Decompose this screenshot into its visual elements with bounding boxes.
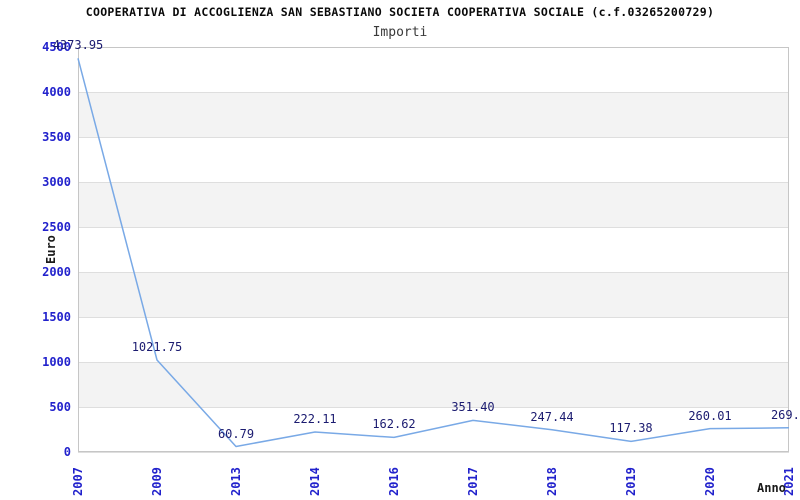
data-point-label: 260.01: [688, 408, 732, 423]
data-point-label: 351.40: [451, 400, 495, 415]
x-tick-label: 2016: [387, 467, 401, 496]
data-point-label: 1021.75: [131, 340, 183, 355]
x-tick-label: 2017: [466, 467, 480, 496]
x-axis-title: Anno: [757, 481, 786, 495]
x-tick-label: 2019: [624, 467, 638, 496]
x-tick-label: 2014: [308, 467, 322, 496]
y-tick-label: 2000: [42, 265, 71, 279]
data-point-label: 222.11: [293, 412, 337, 426]
x-tick-label: 2007: [71, 467, 85, 496]
y-tick-label: 4000: [42, 85, 71, 99]
y-tick-label: 2500: [42, 220, 71, 234]
data-point-label: 247.44: [530, 409, 574, 424]
x-tick-label: 2013: [229, 467, 243, 496]
x-tick-label: 2009: [150, 467, 164, 496]
y-tick-label: 1500: [42, 310, 71, 324]
y-tick-label: 500: [49, 400, 71, 414]
x-tick-label: 2018: [545, 467, 559, 496]
y-tick-label: 3500: [42, 130, 71, 144]
y-tick-label: 0: [63, 445, 71, 459]
data-point-label: 269.2: [770, 407, 800, 422]
y-tick-label: 1000: [42, 355, 71, 369]
y-tick-label: 3000: [42, 175, 71, 189]
data-point-label: 117.38: [609, 421, 653, 436]
plot-area: [78, 47, 789, 452]
y-axis-title: Euro: [44, 235, 58, 264]
data-point-label: 60.79: [217, 426, 255, 441]
data-point-label: 162.62: [372, 417, 416, 432]
importi-line-chart: COOPERATIVA DI ACCOGLIENZA SAN SEBASTIAN…: [0, 0, 800, 500]
x-tick-label: 2020: [703, 467, 717, 496]
data-point-label: 4373.95: [52, 38, 104, 53]
chart-title: COOPERATIVA DI ACCOGLIENZA SAN SEBASTIAN…: [85, 5, 715, 19]
chart-subtitle: Importi: [372, 25, 428, 40]
